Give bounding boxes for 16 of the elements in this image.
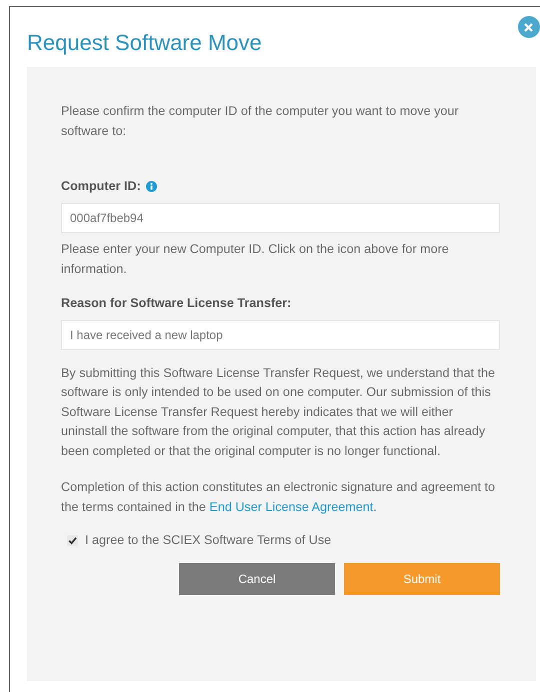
intro-text: Please confirm the computer ID of the computer you want to move your software to:	[61, 103, 460, 140]
field-label: Reason for Software License Transfer:	[61, 294, 292, 312]
dialog-title: Request Software Move	[27, 29, 263, 57]
info-icon[interactable]	[146, 180, 157, 192]
agree-checkbox[interactable]	[67, 535, 78, 546]
help-text: Please enter your new Computer ID. Click on the icon above for more information.	[61, 240, 450, 278]
computer-id-field[interactable]: 000af7fbeb94	[61, 202, 500, 233]
cancel-button[interactable]: Cancel	[179, 563, 335, 596]
reason-field[interactable]: I have received a new laptop	[61, 320, 500, 350]
agree-label: I agree to the SCIEX Software Terms of Use	[85, 532, 332, 550]
eula-link[interactable]: End User License Agreement	[209, 500, 374, 514]
field-label: Computer ID:	[61, 178, 141, 195]
statement-text: By submitting this Software License Transfer Request, we understand that the software is only intended to be used on one computer. Our submission of this Software License Transfer Request hereby indicates that we will either uninstall the software from the original computer, that this action has already been completed or that the original computer is no longer functional.	[61, 364, 496, 460]
close-icon	[524, 22, 533, 32]
signature-text: Completion of this action constitutes an electronic signature and agreement to the terms contained in the End User License Agreement.	[61, 479, 496, 516]
submit-button[interactable]: Submit	[344, 563, 500, 596]
